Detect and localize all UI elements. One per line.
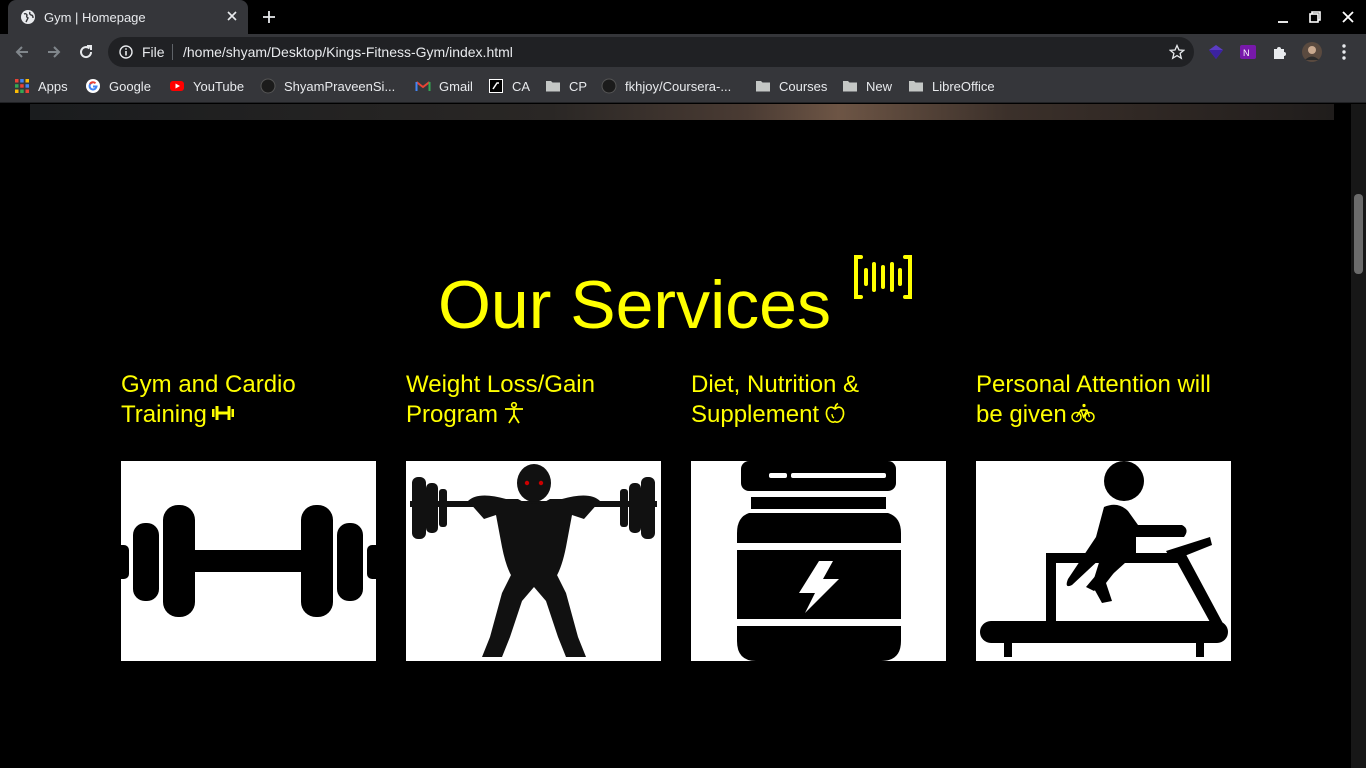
service-card-weight-program: Weight Loss/Gain Program xyxy=(406,370,661,661)
svg-text:N: N xyxy=(1243,48,1250,58)
services-heading: Our Services xyxy=(0,254,1351,345)
bookmark-github-coursera[interactable]: fkhjoy/Coursera-... xyxy=(601,77,731,95)
folder-icon xyxy=(843,81,857,92)
hero-image-bottom-edge xyxy=(30,104,1334,120)
service-card-gym-cardio: Gym and Cardio Training xyxy=(121,370,376,661)
service-card-title: Gym and Cardio Training xyxy=(121,370,376,430)
restore-window-icon[interactable] xyxy=(1307,9,1323,25)
bicycle-icon xyxy=(1071,403,1095,423)
bookmark-label: Courses xyxy=(779,78,828,94)
bookmark-star-icon[interactable] xyxy=(1169,44,1185,60)
google-icon xyxy=(86,79,100,93)
apps-grid-icon xyxy=(15,79,29,93)
info-icon[interactable] xyxy=(119,45,133,59)
profile-avatar-icon[interactable] xyxy=(1302,42,1322,62)
scrollbar-thumb[interactable] xyxy=(1354,194,1363,274)
address-bar[interactable]: File /home/shyam/Desktop/Kings-Fitness-G… xyxy=(108,37,1194,67)
folder-icon xyxy=(909,81,923,92)
ca-icon xyxy=(489,79,503,93)
close-window-icon[interactable] xyxy=(1340,9,1356,25)
service-card-title: Personal Attention will be given xyxy=(976,370,1231,430)
minimize-window-icon[interactable] xyxy=(1275,9,1291,25)
service-card-diet-nutrition: Diet, Nutrition & Supplement xyxy=(691,370,946,661)
supplement-jar-image xyxy=(691,461,946,661)
close-tab-icon[interactable] xyxy=(226,10,238,22)
bookmark-label: ShyamPraveenSi... xyxy=(284,78,396,94)
bookmark-gmail[interactable]: Gmail xyxy=(415,77,473,95)
bookmark-google[interactable]: Google xyxy=(85,77,151,95)
service-card-title: Diet, Nutrition & Supplement xyxy=(691,370,946,430)
bookmark-label: Google xyxy=(109,78,151,94)
person-icon xyxy=(505,402,524,424)
browser-toolbar: File /home/shyam/Desktop/Kings-Fitness-G… xyxy=(0,34,1366,70)
bookmark-label: CA xyxy=(512,78,531,94)
bookmark-apps[interactable]: Apps xyxy=(14,77,68,95)
bookmark-youtube[interactable]: YouTube xyxy=(169,77,244,95)
bookmark-label: Apps xyxy=(38,78,68,94)
bookmark-label: fkhjoy/Coursera-... xyxy=(625,78,732,94)
url-separator xyxy=(172,44,173,60)
bookmark-label: CP xyxy=(569,78,588,94)
back-arrow-icon[interactable] xyxy=(13,43,31,61)
onenote-icon[interactable]: N xyxy=(1238,42,1258,62)
forward-arrow-icon[interactable] xyxy=(45,43,63,61)
bookmark-label: YouTube xyxy=(193,78,245,94)
page-scrollbar[interactable] xyxy=(1351,104,1366,768)
dumbbell-icon xyxy=(211,406,234,420)
services-title: Our Services xyxy=(438,267,831,343)
github-icon xyxy=(601,78,617,94)
bookmark-label: New xyxy=(866,78,893,94)
service-card-title: Weight Loss/Gain Program xyxy=(406,370,661,430)
bookmark-libreoffice[interactable]: LibreOffice xyxy=(908,77,995,95)
browser-menu-icon[interactable] xyxy=(1334,42,1354,62)
weightlifter-image xyxy=(406,461,661,661)
github-icon xyxy=(260,78,276,94)
bookmark-new[interactable]: New xyxy=(842,77,892,95)
bookmark-courses[interactable]: Courses xyxy=(755,77,827,95)
new-tab-icon[interactable] xyxy=(261,9,277,25)
extension-gem-icon[interactable] xyxy=(1206,42,1226,62)
bookmark-cp[interactable]: CP xyxy=(545,77,587,95)
folder-icon xyxy=(756,81,770,92)
extensions-puzzle-icon[interactable] xyxy=(1270,42,1290,62)
url-scheme-label: File xyxy=(142,44,165,60)
globe-icon xyxy=(21,10,35,24)
gmail-icon xyxy=(415,81,431,91)
bookmark-github-shyam[interactable]: ShyamPraveenSi... xyxy=(260,77,395,95)
sound-wave-icon xyxy=(854,255,912,299)
browser-tab[interactable]: Gym | Homepage xyxy=(8,0,248,34)
service-card-personal-attention: Personal Attention will be given xyxy=(976,370,1231,661)
dumbbell-image xyxy=(121,461,376,661)
service-card-title-text: Weight Loss/Gain Program xyxy=(406,371,595,428)
folder-icon xyxy=(546,81,560,92)
bookmark-label: Gmail xyxy=(439,78,473,94)
bookmark-label: LibreOffice xyxy=(932,78,995,94)
tab-title: Gym | Homepage xyxy=(44,10,146,25)
page-viewport: Our Services Gym and Cardio Training Wei… xyxy=(0,104,1351,768)
bookmark-ca[interactable]: CA xyxy=(488,77,530,95)
bookmarks-bar: Apps Google YouTube ShyamPraveenSi... Gm… xyxy=(0,70,1366,103)
youtube-icon xyxy=(170,81,184,91)
reload-icon[interactable] xyxy=(77,43,95,61)
apple-icon xyxy=(825,402,845,423)
treadmill-runner-image xyxy=(976,461,1231,661)
url-text[interactable]: /home/shyam/Desktop/Kings-Fitness-Gym/in… xyxy=(183,44,513,60)
service-card-title-text: Gym and Cardio Training xyxy=(121,371,296,428)
tab-strip: Gym | Homepage xyxy=(0,0,1366,34)
